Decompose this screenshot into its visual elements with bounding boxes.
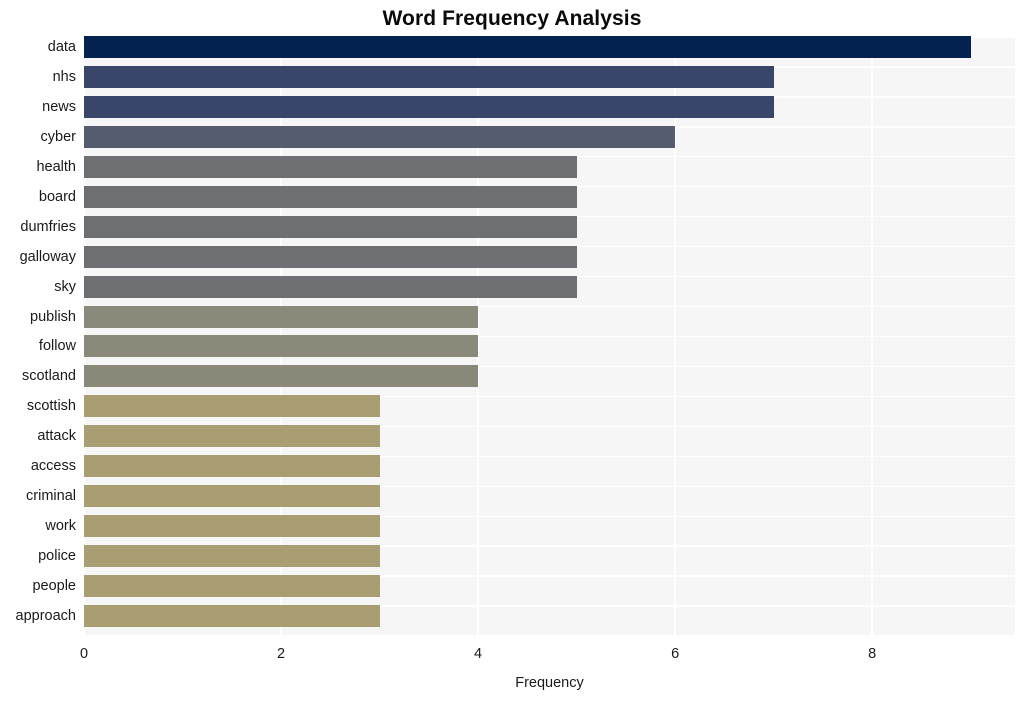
y-axis-tick-label: approach [15, 608, 76, 625]
y-axis-tick-label: publish [30, 308, 76, 325]
y-axis-tick-label: police [38, 548, 76, 565]
y-axis-tick-label: dumfries [20, 218, 76, 235]
y-axis-tick-label: data [47, 38, 76, 55]
y-axis-tick-label: cyber [40, 128, 76, 145]
x-axis-tick-labels: 0 2 4 6 8 [80, 645, 1015, 669]
y-axis-tick-label: attack [37, 428, 76, 445]
y-axis-tick-label: nhs [52, 68, 76, 85]
y-axis-tick-label: criminal [26, 488, 76, 505]
chart-figure: Word Frequency Analysis data nhs news cyber… [0, 0, 1024, 701]
y-axis-tick-label: work [45, 518, 76, 535]
y-axis-tick-label: access [30, 458, 76, 475]
x-axis-tick-label: 6 [671, 646, 680, 662]
y-axis-tick-label: scotland [21, 368, 76, 385]
y-axis-tick-label: news [42, 98, 76, 115]
y-axis-tick-label: board [38, 188, 76, 205]
y-axis-tick-label: scottish [26, 398, 76, 415]
y-axis-tick-label: follow [38, 338, 76, 355]
y-axis-tick-label: health [36, 158, 76, 175]
y-axis-tick-label: sky [54, 278, 76, 295]
x-axis-tick-label: 2 [276, 646, 286, 662]
y-axis-tick-labels: data nhs news cyber health board dumfries gallo… [0, 37, 1024, 636]
chart-title: Word Frequency Analysis [382, 7, 642, 30]
x-axis-label: Frequency [515, 675, 584, 691]
x-axis-tick-label: 0 [79, 646, 89, 662]
x-axis-tick-label: 8 [868, 646, 877, 662]
y-axis-tick-label: people [32, 578, 76, 595]
y-axis-tick-label: galloway [19, 248, 76, 265]
x-axis-tick-label: 4 [474, 646, 483, 662]
